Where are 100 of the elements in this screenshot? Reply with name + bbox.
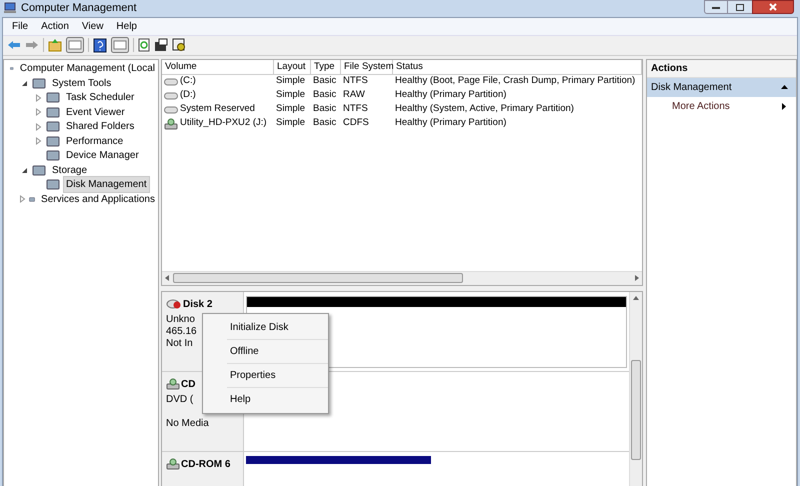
scroll-left-icon[interactable] <box>165 275 169 281</box>
context-menu-item[interactable]: Initialize Disk <box>227 316 328 338</box>
scrollbar-thumb[interactable] <box>173 273 463 283</box>
action-link[interactable]: More Actions <box>672 98 730 114</box>
scrollbar-thumb[interactable] <box>631 360 641 460</box>
disk-info: 465.16 <box>166 326 197 336</box>
tree-node-icon <box>46 106 60 119</box>
column-header[interactable]: File System <box>341 60 393 74</box>
refresh-icon[interactable] <box>138 38 150 52</box>
submenu-arrow-icon <box>782 102 786 110</box>
table-cell-text: Simple <box>276 102 306 116</box>
scroll-up-icon[interactable] <box>633 296 639 300</box>
tree-item[interactable]: System Tools <box>49 74 114 92</box>
tree-node-icon <box>46 134 60 148</box>
tree-node-icon <box>46 120 60 134</box>
tree-item[interactable]: Services and Applications <box>38 190 158 208</box>
context-menu-item[interactable]: Help <box>227 388 328 410</box>
table-cell-text: Utility_HD-PXU2 (J:) <box>180 116 267 130</box>
column-header[interactable]: Status <box>393 60 642 74</box>
optical-drive-icon <box>166 378 180 390</box>
vertical-scrollbar[interactable] <box>629 292 642 486</box>
tree-item[interactable]: Shared Folders <box>63 118 138 136</box>
disk-info: DVD ( <box>166 394 194 404</box>
horizontal-scrollbar[interactable] <box>162 270 642 284</box>
disk-name: CD <box>181 378 196 392</box>
minimize-icon <box>712 6 720 8</box>
back-arrow-icon[interactable] <box>7 40 21 50</box>
table-cell-text: (C:) <box>180 74 196 88</box>
computer-icon <box>3 2 17 14</box>
tree-node-icon <box>46 149 60 162</box>
collapse-arrow-icon <box>781 85 788 89</box>
context-menu-item[interactable]: Offline <box>227 340 328 362</box>
table-cell-text: Healthy (Primary Partition) <box>395 116 506 130</box>
table-cell-text: RAW <box>343 88 365 102</box>
collapsed-arrow-icon[interactable] <box>34 108 42 116</box>
table-cell-text: Simple <box>276 74 306 88</box>
pane-toggle-icon[interactable] <box>66 37 84 53</box>
collapsed-arrow-icon[interactable] <box>19 195 26 204</box>
maximize-icon <box>736 4 744 10</box>
table-cell-text: Healthy (Boot, Page File, Crash Dump, Primary Partition) <box>395 74 636 88</box>
actions-section[interactable]: Disk Management <box>647 78 796 96</box>
optical-drive-icon <box>164 118 178 130</box>
tree-item[interactable]: Computer Management (Local <box>16 60 158 78</box>
close-icon <box>769 3 777 11</box>
table-cell-text: Healthy (Primary Partition) <box>395 88 506 102</box>
partition-bar[interactable] <box>246 456 431 464</box>
collapsed-arrow-icon[interactable] <box>34 137 42 146</box>
table-cell-text: Basic <box>313 88 336 102</box>
tree-item[interactable]: Storage <box>49 162 90 179</box>
tree-item[interactable]: Task Scheduler <box>63 89 138 106</box>
folder-up-icon[interactable] <box>48 38 62 52</box>
collapsed-arrow-icon[interactable] <box>34 94 42 102</box>
tree-node-icon <box>32 164 46 177</box>
expanded-arrow-icon[interactable] <box>20 166 28 174</box>
table-cell-text: Simple <box>276 116 306 130</box>
menu-item[interactable]: View <box>82 18 104 34</box>
disk-name: Disk 2 <box>183 298 212 312</box>
menu-item[interactable]: File <box>12 18 28 34</box>
column-header[interactable]: Type <box>311 60 341 74</box>
scroll-right-icon[interactable] <box>635 275 639 281</box>
disk-icon <box>166 298 182 310</box>
close-button[interactable] <box>752 0 794 14</box>
table-cell-text: System Reserved <box>180 102 255 116</box>
tree-node-icon <box>32 76 46 90</box>
actions-header: Actions <box>647 60 796 78</box>
table-cell-text: Healthy (System, Active, Primary Partition) <box>395 102 574 116</box>
column-header[interactable]: Volume <box>162 60 274 74</box>
tree-item[interactable]: Disk Management <box>63 176 150 194</box>
drive-icon <box>164 106 178 114</box>
collapsed-arrow-icon[interactable] <box>34 122 42 131</box>
tree-node-icon <box>46 91 60 104</box>
tree-item[interactable]: Performance <box>63 132 126 150</box>
context-menu-item[interactable]: Properties <box>227 364 328 386</box>
help-icon[interactable] <box>93 38 107 52</box>
pane-toggle-icon[interactable] <box>111 37 129 53</box>
expanded-arrow-icon[interactable] <box>20 80 28 87</box>
drive-icon <box>164 92 178 100</box>
table-cell-text: CDFS <box>343 116 369 130</box>
table-cell-text: Basic <box>313 102 336 116</box>
table-cell-text: Basic <box>313 116 336 130</box>
column-header[interactable]: Layout <box>274 60 311 74</box>
drive-icon <box>164 78 178 86</box>
table-cell-text: (D:) <box>180 88 196 102</box>
disk-info: Not In <box>166 338 193 348</box>
optical-drive-icon <box>166 458 180 470</box>
table-cell-text: Simple <box>276 88 306 102</box>
table-cell-text: NTFS <box>343 74 368 88</box>
disk-info: Unkno <box>166 314 195 324</box>
tree-item[interactable]: Event Viewer <box>63 104 128 121</box>
tree-item[interactable]: Device Manager <box>63 147 142 164</box>
tree-node-icon <box>46 178 60 192</box>
disk-info: No Media <box>166 418 209 428</box>
disk-name: CD-ROM 6 <box>181 458 230 472</box>
table-cell-text: Basic <box>313 74 336 88</box>
menu-item[interactable]: Action <box>41 18 69 34</box>
maximize-button[interactable] <box>728 0 752 14</box>
table-cell-text: NTFS <box>343 102 368 116</box>
window-title: Computer Management <box>21 1 137 16</box>
minimize-button[interactable] <box>704 0 728 14</box>
menu-item[interactable]: Help <box>116 18 137 34</box>
